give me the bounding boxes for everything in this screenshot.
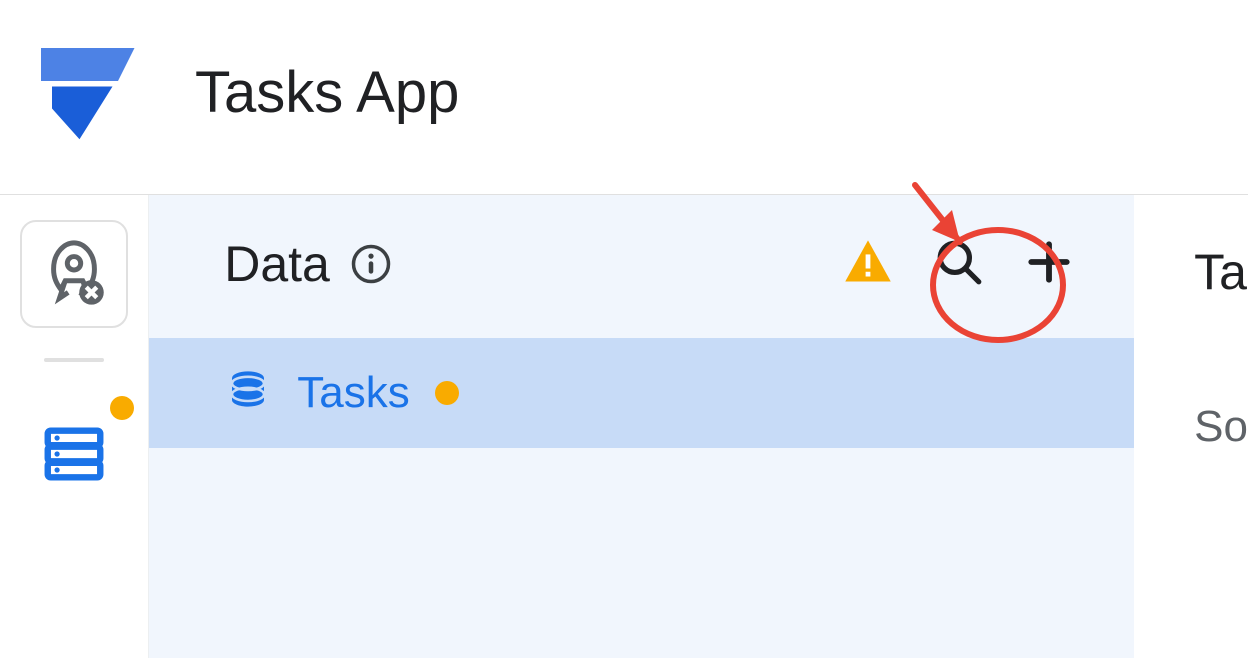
appsheet-logo-icon	[30, 42, 140, 142]
status-dot-icon	[435, 381, 459, 405]
nav-data-item[interactable]	[20, 402, 128, 510]
data-source-icon	[224, 367, 272, 420]
detail-header-fragment: Ta	[1194, 195, 1248, 370]
rail-divider	[44, 358, 104, 362]
left-nav-rail	[0, 195, 149, 658]
table-detail-panel: Ta So	[1134, 195, 1248, 658]
notification-dot-icon	[110, 396, 134, 420]
database-icon	[39, 419, 109, 494]
table-row-tasks[interactable]: Tasks	[149, 338, 1134, 448]
app-header: Tasks App	[0, 0, 1248, 195]
data-panel: Data	[149, 195, 1134, 658]
main-area: Data	[0, 195, 1248, 658]
app-title: Tasks App	[195, 59, 459, 126]
add-table-button[interactable]	[1024, 237, 1074, 292]
warning-icon[interactable]	[842, 236, 894, 293]
detail-row-fragment: So	[1194, 370, 1248, 452]
data-panel-actions	[842, 236, 1074, 293]
data-panel-title: Data	[224, 235, 330, 293]
rocket-icon	[39, 237, 109, 312]
data-panel-header: Data	[149, 195, 1134, 338]
search-icon[interactable]	[934, 237, 984, 292]
nav-deploy-item[interactable]	[20, 220, 128, 328]
table-name-label: Tasks	[297, 368, 409, 418]
info-icon[interactable]	[350, 243, 392, 285]
